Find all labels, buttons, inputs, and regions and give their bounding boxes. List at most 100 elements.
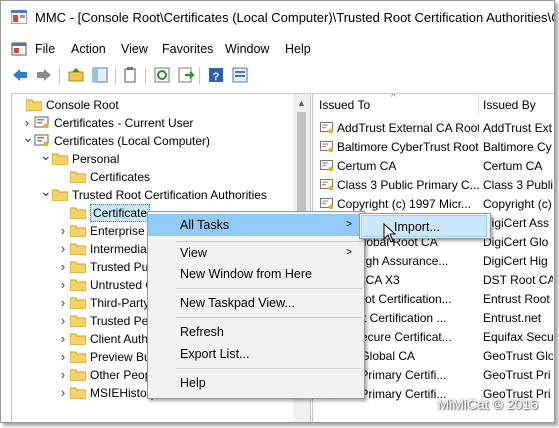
expand-chevron-icon[interactable]: › — [58, 348, 68, 366]
menu-file[interactable]: File — [35, 42, 55, 56]
expand-chevron-icon[interactable]: › — [58, 312, 68, 330]
expand-chevron-icon[interactable]: › — [58, 240, 68, 258]
collapse-chevron-icon[interactable]: ⌄ — [40, 182, 52, 200]
console-menu-icon[interactable] — [11, 41, 27, 57]
folder-icon — [70, 387, 86, 399]
menu-bar: File Action View Favorites Window Help — [1, 39, 554, 61]
expand-chevron-icon[interactable]: › — [58, 276, 68, 294]
collapse-chevron-icon[interactable]: ⌄ — [40, 146, 52, 164]
menu-item-view[interactable]: View > — [148, 242, 362, 264]
submenu-arrow-icon: > — [346, 219, 352, 230]
export-list-label: Export List... — [180, 347, 250, 361]
issued-by-cell: DigiCert Hig — [483, 254, 548, 268]
toolbar: ? — [1, 64, 554, 88]
folder-icon — [52, 189, 68, 201]
tree-item-label: Certificates (Local Computer) — [54, 134, 211, 148]
menu-item-refresh[interactable]: Refresh — [148, 321, 362, 343]
issued-by-cell: Baltimore Cy — [483, 140, 552, 154]
menu-favorites[interactable]: Favorites — [162, 42, 213, 56]
expand-chevron-icon[interactable]: › — [58, 258, 68, 276]
issued-by-cell: Entrust Root — [483, 292, 550, 306]
tree-item[interactable]: › Certificates - Current User — [12, 114, 292, 132]
mouse-cursor-icon — [383, 223, 397, 243]
issued-by-header-label: Issued By — [483, 98, 536, 112]
issued-by-cell: GeoTrust Pri — [483, 368, 551, 382]
all-tasks-submenu: Import... — [359, 213, 491, 239]
expand-chevron-icon[interactable]: › — [58, 222, 68, 240]
issued-to-cell: AddTrust External CA Root — [337, 121, 479, 135]
certificate-icon — [320, 141, 334, 153]
help-label: Help — [180, 376, 206, 390]
expand-chevron-icon[interactable]: › — [58, 330, 68, 348]
import-label: Import... — [394, 220, 440, 234]
properties-icon[interactable] — [231, 66, 249, 84]
folder-icon — [70, 261, 86, 273]
tree-item-label: Personal — [72, 152, 120, 166]
issued-by-cell: Entrust.net — [483, 311, 542, 325]
tree-item-label: Console Root — [46, 98, 119, 112]
issued-by-cell: Certum CA — [483, 159, 543, 173]
back-icon[interactable] — [11, 66, 29, 84]
menu-item-import[interactable]: Import... — [361, 215, 487, 237]
copy-icon[interactable] — [121, 66, 139, 84]
title-bar[interactable]: MMC - [Console Root\Certificates (Local … — [1, 1, 554, 34]
folder-icon — [70, 171, 86, 183]
mmc-app-icon — [11, 10, 27, 24]
issued-by-cell: Equifax Secu — [483, 330, 553, 344]
show-tree-icon[interactable] — [91, 66, 109, 84]
tree-item[interactable]: Certificates — [12, 168, 292, 186]
forward-icon[interactable] — [35, 66, 53, 84]
tree-item[interactable]: ⌄ Certificates (Local Computer) — [12, 129, 292, 150]
expand-chevron-icon[interactable]: › — [58, 384, 68, 402]
certificate-row[interactable]: AddTrust External CA Root AddTrust Ext — [313, 119, 553, 138]
refresh-icon[interactable] — [153, 66, 171, 84]
sort-ascending-icon: ^ — [391, 93, 396, 103]
folder-icon — [70, 207, 86, 219]
folder-icon — [70, 369, 86, 381]
tree-item-label: Certificates - Current User — [54, 116, 194, 130]
folder-icon — [70, 315, 86, 327]
menu-item-new-taskpad[interactable]: New Taskpad View... — [148, 292, 362, 314]
folder-icon — [70, 351, 86, 363]
folder-icon — [70, 333, 86, 345]
menu-help[interactable]: Help — [285, 42, 311, 56]
folder-icon — [70, 243, 86, 255]
column-header-issued-by[interactable]: Issued By — [479, 94, 554, 116]
menu-view[interactable]: View — [121, 42, 148, 56]
menu-item-new-window[interactable]: New Window from Here — [148, 263, 362, 285]
window-title: MMC - [Console Root\Certificates (Local … — [35, 10, 555, 25]
export-icon[interactable] — [177, 66, 195, 84]
certificate-row[interactable]: Class 3 Public Primary C... Class 3 Publi — [313, 176, 553, 195]
expand-chevron-icon[interactable]: › — [58, 294, 68, 312]
menu-window[interactable]: Window — [225, 42, 269, 56]
certificate-row[interactable]: Baltimore CyberTrust Root Baltimore Cy — [313, 138, 553, 157]
menu-action[interactable]: Action — [71, 42, 106, 56]
certificate-icon — [320, 198, 334, 210]
menu-item-help[interactable]: Help — [148, 372, 362, 394]
tree-item-label: Certificate — [90, 204, 151, 222]
tree-item[interactable]: ⌄ Trusted Root Certification Authorities — [12, 183, 292, 204]
all-tasks-label: All Tasks — [180, 218, 230, 232]
issued-to-header-label: Issued To — [319, 98, 371, 112]
certificate-row[interactable]: Certum CA Certum CA — [313, 157, 553, 176]
toolbar-separator — [115, 67, 116, 84]
toolbar-separator — [59, 67, 60, 84]
help-icon[interactable]: ? — [207, 66, 225, 84]
tree-item[interactable]: ⌄ Personal — [12, 147, 292, 168]
collapse-chevron-icon[interactable]: ⌄ — [22, 128, 34, 146]
context-menu: All Tasks > View > New Window from Here … — [147, 211, 365, 399]
mmc-window: MMC - [Console Root\Certificates (Local … — [0, 0, 555, 423]
tree-item-label: Trusted Root Certification Authorities — [72, 188, 267, 202]
issued-by-cell: DigiCert Ass — [483, 216, 550, 230]
menu-item-export-list[interactable]: Export List... — [148, 343, 362, 365]
view-label: View — [180, 246, 207, 260]
column-header-issued-to[interactable]: Issued To ^ — [313, 94, 479, 116]
issued-by-cell: DigiCert Glo — [483, 235, 549, 249]
up-folder-icon[interactable] — [67, 66, 85, 84]
tree-item[interactable]: Console Root — [12, 96, 292, 114]
expand-chevron-icon[interactable]: › — [58, 366, 68, 384]
scroll-up-icon[interactable]: ▲ — [297, 98, 306, 108]
certificate-icon — [320, 160, 334, 172]
menu-item-all-tasks[interactable]: All Tasks > — [148, 214, 362, 236]
toolbar-separator — [145, 67, 146, 84]
